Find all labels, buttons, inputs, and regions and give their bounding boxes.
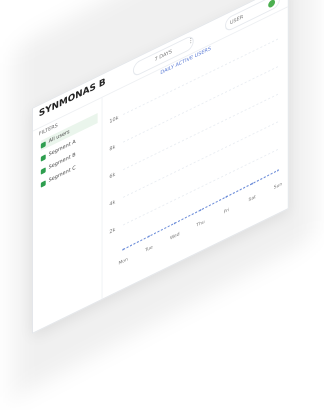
x-tick-label: Wed	[170, 231, 180, 241]
grid-line	[123, 148, 278, 226]
x-tick-label: Sun	[274, 181, 282, 191]
x-tick-label: Thu	[195, 219, 204, 229]
date-range-label: 7 DAYS	[154, 48, 173, 64]
logo-sub: B	[98, 77, 106, 91]
data-point	[122, 248, 125, 251]
data-point	[173, 222, 176, 225]
checkbox-icon	[40, 179, 46, 188]
y-axis: 10k 8k 6k 4k 2k	[109, 115, 118, 236]
data-point	[225, 195, 228, 198]
y-tick-label: 10k	[109, 115, 118, 125]
y-tick-label: 4k	[109, 199, 115, 208]
y-tick-label: 2k	[109, 227, 115, 236]
x-tick-label: Mon	[119, 256, 128, 266]
x-tick-label: Sat	[249, 194, 256, 203]
grid-line	[123, 93, 278, 171]
scene: SYNMONAS B 7 DAYS ⋮ USER DAILY ACTIVE US…	[0, 0, 324, 410]
checkbox-icon	[40, 166, 46, 175]
x-tick-label: Fri	[224, 207, 229, 215]
user-label: USER	[229, 14, 244, 27]
x-tick-label: Tue	[144, 244, 153, 254]
data-point	[277, 169, 279, 172]
checkbox-icon	[40, 153, 46, 162]
avatar	[268, 0, 276, 9]
data-point	[251, 182, 254, 185]
y-tick-label: 6k	[109, 172, 115, 181]
y-tick-label: 8k	[109, 144, 115, 153]
data-point	[199, 209, 202, 212]
checkbox-icon	[40, 140, 46, 149]
sidebar: FILTERS All users Segment A Segment B Se…	[32, 96, 103, 333]
data-point	[148, 235, 150, 238]
grid-line	[123, 121, 278, 198]
grid-line	[123, 66, 278, 143]
